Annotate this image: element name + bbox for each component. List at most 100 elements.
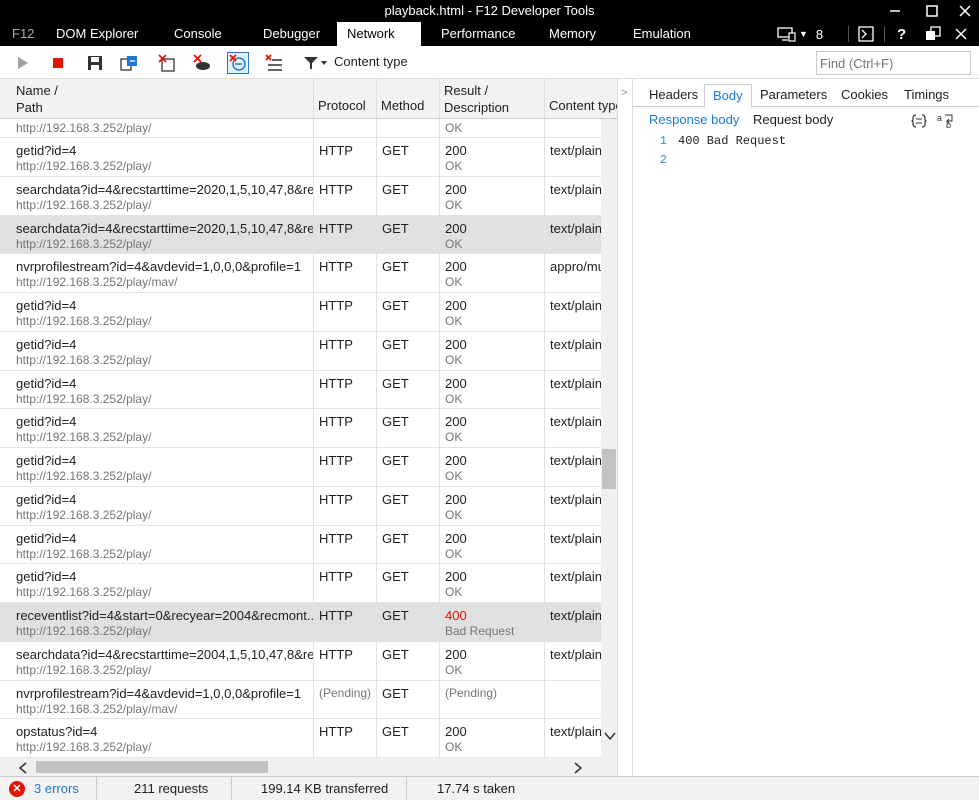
request-row[interactable]: getid?id=4 http://192.168.3.252/play/HTTP…	[0, 370, 601, 410]
column-content-type[interactable]: Content type	[545, 79, 617, 119]
request-method: GET	[382, 646, 409, 662]
request-row[interactable]: getid?id=4 http://192.168.3.252/play/HTTP…	[0, 331, 601, 371]
request-row[interactable]: getid?id=4 http://192.168.3.252/play/HTTP…	[0, 409, 601, 448]
tab-network[interactable]: Network	[337, 22, 421, 64]
subtab-request-body[interactable]: Request body	[753, 112, 833, 127]
response-body-viewer[interactable]: 1 400 Bad Request 2	[633, 132, 979, 170]
request-path: http://192.168.3.252/play/	[16, 197, 152, 212]
request-row[interactable]: getid?id=4 http://192.168.3.252/play/HTTP…	[0, 486, 601, 526]
cell-method: GET	[377, 176, 440, 215]
request-content-type: text/plain	[550, 646, 601, 662]
request-name: receventlist?id=4&start=0&recyear=2004&r…	[16, 608, 314, 623]
export-har-icon[interactable]	[118, 52, 140, 74]
play-icon[interactable]	[11, 52, 33, 74]
tab-performance[interactable]: Performance	[431, 22, 525, 46]
request-description: OK	[445, 275, 463, 290]
minimize-icon[interactable]	[880, 0, 910, 22]
tab-console[interactable]: Console	[164, 22, 232, 46]
request-name: getid?id=4	[16, 569, 77, 585]
maximize-icon[interactable]	[917, 0, 947, 22]
request-content-type: text/plain	[550, 375, 601, 391]
tab-network-label: Network	[347, 26, 395, 41]
request-row[interactable]: getid?id=4 http://192.168.3.252/play/HTTP…	[0, 564, 601, 603]
tab-parameters[interactable]: Parameters	[752, 84, 835, 108]
request-row[interactable]: getid?id=4 http://192.168.3.252/play/HTTP…	[0, 448, 601, 487]
window-title: playback.html - F12 Developer Tools	[384, 3, 595, 18]
body-subtabs: Response body Request body ab	[633, 108, 979, 132]
cell-protocol: HTTP	[314, 525, 377, 564]
request-row[interactable]: searchdata?id=4&recstarttime=2004,1,5,10…	[0, 641, 601, 681]
tab-dom-explorer[interactable]: DOM Explorer	[46, 22, 148, 46]
request-count: 211 requests	[134, 781, 209, 796]
tab-memory[interactable]: Memory	[539, 22, 606, 46]
tab-cookies[interactable]: Cookies	[833, 84, 896, 108]
subtab-response-body[interactable]: Response body	[649, 112, 739, 127]
close-icon[interactable]	[950, 0, 979, 22]
target-device-button[interactable]: ▼ 8	[777, 22, 823, 46]
cell-protocol: HTTP	[314, 564, 377, 602]
request-row[interactable]: getid?id=4 http://192.168.3.252/play/HTTP…	[0, 525, 601, 565]
find-input[interactable]	[816, 51, 971, 75]
column-protocol[interactable]: Protocol	[314, 79, 377, 119]
vertical-scrollbar[interactable]	[601, 119, 617, 758]
request-row[interactable]: http://192.168.3.252/play/OK	[0, 119, 601, 138]
cell-protocol: HTTP	[314, 331, 377, 370]
scroll-thumb[interactable]	[602, 449, 616, 489]
request-method: GET	[382, 414, 409, 430]
request-row[interactable]: nvrprofilestream?id=4&avdevid=1,0,0,0&pr…	[0, 254, 601, 293]
request-description: Bad Request	[445, 624, 515, 638]
pane-splitter[interactable]: >	[617, 79, 632, 776]
cell-result: 200 OK	[440, 719, 545, 757]
request-row[interactable]: searchdata?id=4&recstarttime=2020,1,5,10…	[0, 215, 601, 255]
errors-link[interactable]: 3 errors	[34, 781, 79, 796]
tab-headers[interactable]: Headers	[641, 84, 706, 108]
filter-button[interactable]	[302, 52, 328, 74]
line-number: 1	[659, 134, 667, 148]
tab-debugger[interactable]: Debugger	[253, 22, 330, 46]
request-row[interactable]: getid?id=4 http://192.168.3.252/play/HTTP…	[0, 293, 601, 332]
cell-method: GET	[377, 603, 440, 641]
stop-icon[interactable]	[47, 52, 69, 74]
column-result[interactable]: Result / Description	[440, 79, 545, 119]
request-path: http://192.168.3.252/play/	[16, 159, 152, 173]
request-status: 200	[445, 646, 467, 662]
request-name: getid?id=4	[16, 453, 77, 468]
content-type-filter[interactable]: Content type	[334, 54, 408, 69]
clear-cache-icon[interactable]	[191, 52, 213, 74]
close-devtools-icon[interactable]	[955, 22, 967, 46]
word-wrap-icon[interactable]: ab	[937, 112, 955, 129]
help-icon[interactable]: ?	[897, 22, 906, 46]
request-protocol: HTTP	[319, 608, 353, 623]
column-method[interactable]: Method	[377, 79, 440, 119]
cell-result: 200 OK	[440, 525, 545, 564]
clear-entries-icon[interactable]	[156, 52, 178, 74]
pretty-print-icon[interactable]	[911, 113, 927, 129]
scroll-left-icon[interactable]	[18, 762, 28, 774]
tab-body[interactable]: Body	[704, 84, 752, 108]
request-content-type: text/plain	[550, 298, 601, 313]
request-row[interactable]: nvrprofilestream?id=4&avdevid=1,0,0,0&pr…	[0, 680, 601, 720]
tab-f12: F12	[12, 26, 35, 41]
undock-icon[interactable]	[925, 22, 941, 46]
request-row[interactable]: receventlist?id=4&start=0&recyear=2004&r…	[0, 603, 601, 642]
request-row[interactable]: opstatus?id=4 http://192.168.3.252/play/H…	[0, 719, 601, 758]
column-name-path[interactable]: Name / Path	[0, 79, 314, 119]
request-protocol: HTTP	[319, 259, 353, 275]
scroll-thumb[interactable]	[36, 761, 268, 773]
console-icon[interactable]	[858, 22, 874, 46]
request-row[interactable]: getid?id=4 http://192.168.3.252/play/HTTP…	[0, 138, 601, 177]
tab-timings[interactable]: Timings	[896, 84, 957, 108]
clear-cookies-icon[interactable]	[263, 52, 285, 74]
request-description: OK	[445, 662, 463, 677]
request-method: GET	[382, 685, 409, 701]
scroll-right-icon[interactable]	[573, 762, 583, 774]
tab-emulation[interactable]: Emulation	[623, 22, 701, 46]
scroll-down-icon[interactable]	[604, 731, 616, 741]
cell-content-type	[545, 119, 601, 137]
chevron-right-icon[interactable]: >	[621, 87, 627, 99]
always-refresh-icon[interactable]	[227, 52, 249, 74]
horizontal-scrollbar[interactable]	[0, 758, 617, 776]
save-icon[interactable]	[84, 52, 106, 74]
request-row[interactable]: searchdata?id=4&recstarttime=2020,1,5,10…	[0, 176, 601, 216]
filter-icon	[304, 57, 327, 69]
